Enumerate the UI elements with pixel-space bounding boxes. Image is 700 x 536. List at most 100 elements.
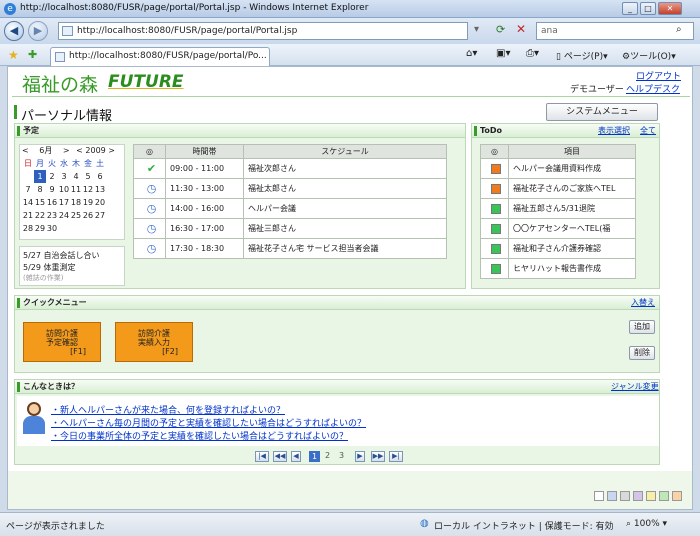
faq-link[interactable]: ・ヘルパーさん毎の月間の予定と実績を確認したい場合はどうすればよいの？	[51, 416, 366, 429]
calendar-day[interactable]: 5	[82, 170, 94, 183]
todo-row[interactable]: 福祉和子さん介護券確認	[480, 238, 636, 259]
todo-row[interactable]: 福祉五郎さん5/31退院	[480, 198, 636, 219]
stop-icon[interactable]: ✕	[516, 22, 526, 36]
todo-row[interactable]: ヒヤリハット報告書作成	[480, 258, 636, 279]
all-link[interactable]: 全て	[640, 124, 656, 137]
calendar-day[interactable]: 15	[34, 196, 46, 209]
calendar-day[interactable]: 17	[58, 196, 70, 209]
calendar-day[interactable]: 10	[58, 183, 70, 196]
search-icon[interactable]: ⌕	[676, 24, 682, 35]
add-button[interactable]: 追加	[629, 320, 655, 334]
calendar-day[interactable]: 22	[34, 209, 46, 222]
delete-button[interactable]: 削除	[629, 346, 655, 360]
calendar-day[interactable]: 7	[22, 183, 34, 196]
home-icon[interactable]: ⌂▾	[466, 48, 477, 59]
page-number[interactable]: 3	[339, 451, 344, 460]
calendar-day[interactable]	[70, 222, 82, 235]
calendar-day[interactable]: 2	[46, 170, 58, 183]
table-row[interactable]: ◷ 16:30 - 17:00 福祉三郎さん	[133, 218, 447, 239]
prev-year-button[interactable]: <	[76, 146, 83, 155]
next-page-button[interactable]: ▶	[355, 451, 365, 462]
favorites-star-icon[interactable]: ★	[8, 48, 19, 62]
helpdesk-link[interactable]: ヘルプデスク	[626, 82, 680, 95]
calendar-day[interactable]: 3	[58, 170, 70, 183]
theme-swatch[interactable]	[594, 491, 604, 501]
table-row[interactable]: ◷ 14:00 - 16:00 ヘルパー会議	[133, 198, 447, 219]
zoom-control[interactable]: ⌕ 100% ▾	[626, 519, 667, 529]
calendar-day[interactable]: 4	[70, 170, 82, 183]
feeds-icon[interactable]: ▣▾	[496, 48, 510, 59]
theme-swatch[interactable]	[633, 491, 643, 501]
refresh-icon[interactable]: ⟳	[496, 23, 505, 36]
theme-swatch[interactable]	[646, 491, 656, 501]
dropdown-icon[interactable]: ▾	[474, 24, 479, 35]
calendar-day[interactable]: 30	[46, 222, 58, 235]
visit-schedule-button[interactable]: 訪問介護 予定確認 [F1]	[23, 322, 101, 362]
calendar-day[interactable]: 8	[34, 183, 46, 196]
calendar-day[interactable]: 16	[46, 196, 58, 209]
calendar-day-today[interactable]: 1	[34, 170, 46, 183]
calendar-day[interactable]: 28	[22, 222, 34, 235]
table-row[interactable]: ◷ 17:30 - 18:30 福祉花子さん宅 サービス担当者会議	[133, 238, 447, 259]
prev-month-button[interactable]: <	[22, 146, 29, 155]
minimize-button[interactable]: _	[622, 2, 638, 15]
calendar-day[interactable]: 24	[58, 209, 70, 222]
genre-change-link[interactable]: ジャンル変更	[611, 380, 659, 393]
maximize-button[interactable]: □	[640, 2, 656, 15]
page-menu[interactable]: ▯ ページ(P)▾	[556, 49, 608, 62]
calendar-day[interactable]	[22, 170, 34, 183]
address-bar[interactable]: http://localhost:8080/FUSR/page/portal/P…	[58, 22, 468, 40]
prev-block-button[interactable]: ◀◀	[273, 451, 287, 462]
calendar-day[interactable]: 6	[94, 170, 106, 183]
print-icon[interactable]: ⎙▾	[526, 48, 539, 59]
calendar-day[interactable]: 9	[46, 183, 58, 196]
close-button[interactable]: ✕	[658, 2, 682, 15]
theme-swatch[interactable]	[672, 491, 682, 501]
next-block-button[interactable]: ▶▶	[371, 451, 385, 462]
calendar-day[interactable]: 19	[82, 196, 94, 209]
theme-swatch[interactable]	[620, 491, 630, 501]
calendar-day[interactable]: 12	[82, 183, 94, 196]
search-input[interactable]: ana	[536, 22, 694, 40]
replace-link[interactable]: 入替え	[631, 296, 655, 309]
calendar-day[interactable]: 11	[70, 183, 82, 196]
display-select-link[interactable]: 表示選択	[598, 124, 630, 137]
calendar-day[interactable]	[58, 222, 70, 235]
logout-link[interactable]: ログアウト	[636, 69, 681, 82]
page-number[interactable]: 2	[325, 451, 330, 460]
theme-swatch[interactable]	[659, 491, 669, 501]
last-page-button[interactable]: ▶|	[389, 451, 403, 462]
calendar-day[interactable]: 27	[94, 209, 106, 222]
todo-row[interactable]: 福祉花子さんのご家族へTEL	[480, 178, 636, 199]
theme-swatch[interactable]	[607, 491, 617, 501]
table-row[interactable]: ✔ 09:00 - 11:00 福祉次郎さん	[133, 158, 447, 179]
todo-row[interactable]: ヘルパー会議用資料作成	[480, 158, 636, 179]
calendar-day[interactable]: 23	[46, 209, 58, 222]
next-year-button[interactable]: >	[108, 146, 115, 155]
table-row[interactable]: ◷ 11:30 - 13:00 福祉太郎さん	[133, 178, 447, 199]
visit-record-button[interactable]: 訪問介護 実績入力 [F2]	[115, 322, 193, 362]
calendar-day[interactable]	[82, 222, 94, 235]
next-month-button[interactable]: >	[63, 146, 70, 155]
calendar-day[interactable]: 14	[22, 196, 34, 209]
browser-tab[interactable]: http://localhost:8080/FUSR/page/portal/P…	[50, 47, 270, 66]
first-page-button[interactable]: |◀	[255, 451, 269, 462]
calendar-day[interactable]: 18	[70, 196, 82, 209]
calendar-day[interactable]	[94, 222, 106, 235]
back-button[interactable]: ◀	[4, 21, 24, 41]
calendar-day[interactable]: 26	[82, 209, 94, 222]
calendar-day[interactable]: 29	[34, 222, 46, 235]
prev-page-button[interactable]: ◀	[291, 451, 301, 462]
forward-button[interactable]: ▶	[28, 21, 48, 41]
calendar-day[interactable]: 21	[22, 209, 34, 222]
security-zone[interactable]: ローカル イントラネット | 保護モード: 有効	[434, 519, 614, 532]
calendar-day[interactable]: 20	[94, 196, 106, 209]
calendar-day[interactable]: 13	[94, 183, 106, 196]
faq-link[interactable]: ・新人ヘルパーさんが来た場合、何を登録すればよいの？	[51, 403, 285, 416]
page-number-current[interactable]: 1	[309, 451, 320, 462]
calendar-day[interactable]: 25	[70, 209, 82, 222]
add-favorites-icon[interactable]: ✚	[28, 48, 37, 61]
system-menu-button[interactable]: システムメニュー	[546, 103, 658, 121]
faq-link[interactable]: ・今日の事業所全体の予定と実績を確認したい場合はどうすればよいの？	[51, 429, 348, 442]
tools-menu[interactable]: ⚙ツール(O)▾	[622, 49, 676, 62]
